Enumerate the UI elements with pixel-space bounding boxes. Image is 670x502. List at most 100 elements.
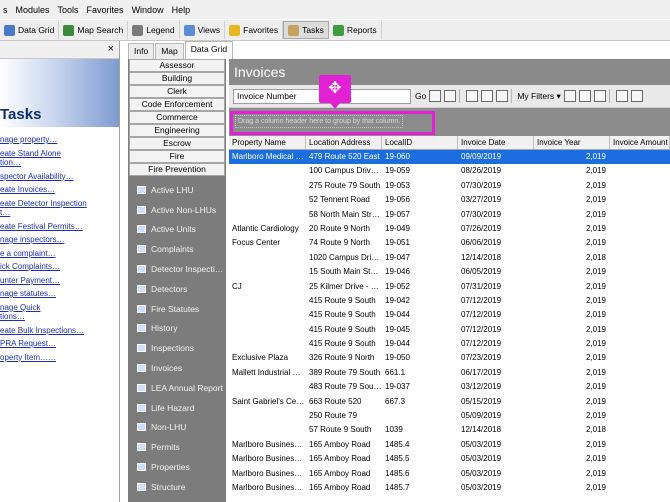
task-link[interactable]: eate Detector Inspection (0, 199, 119, 209)
column-header-localid[interactable]: LocalID (382, 136, 458, 149)
table-row[interactable]: Marlboro Busines… 165 Amboy Road 1485.7 05/… (229, 481, 670, 495)
table-row[interactable]: 275 Route 79 South 19-053 07/30/2019 2,019 (229, 179, 670, 193)
module-fire-button[interactable]: Fire (129, 150, 225, 163)
task-link[interactable]: ick Complaints… (0, 262, 119, 272)
nav-item-detectors[interactable]: Detectors (128, 279, 226, 299)
task-link[interactable]: operty Item…… (0, 353, 119, 363)
nav-item-properties[interactable]: Properties (128, 457, 226, 477)
table-row[interactable]: 15 South Main St… 19-046 06/05/2019 2,019 (229, 265, 670, 279)
menu-item-window[interactable]: Window (129, 5, 167, 15)
column-header-invoice-date[interactable]: Invoice Date (458, 136, 534, 149)
table-row[interactable]: Marlboro Busines… 165 Amboy Road 1485.5 05/… (229, 452, 670, 466)
column-header-invoice-amount[interactable]: Invoice Amount (610, 136, 670, 149)
table-row[interactable]: 415 Route 9 South 19-045 07/12/2019 2,019 (229, 323, 670, 337)
task-link[interactable]: e a complaint… (0, 249, 119, 259)
map-search-button[interactable]: Map Search (59, 21, 129, 39)
nav-item-fire-statutes[interactable]: Fire Statutes (128, 299, 226, 319)
task-link[interactable]: unter Payment… (0, 276, 119, 286)
table-row[interactable]: 250 Route 79 05/09/2019 2,019 (229, 409, 670, 423)
print-icon[interactable] (466, 90, 479, 102)
table-row[interactable]: Marlboro Busines… 165 Amboy Road 1485.4 05/… (229, 438, 670, 452)
tab-info[interactable]: Info (128, 43, 155, 59)
table-row[interactable]: Marlboro Medical … 479 Route 520 East 19-0… (229, 150, 670, 165)
column-header-location-address[interactable]: Location Address (306, 136, 382, 149)
legend-button[interactable]: Legend (128, 21, 180, 39)
table-row[interactable]: Exclusive Plaza 326 Route 9 North 19-050 07… (229, 351, 670, 365)
nav-item-inspections[interactable]: Inspections (128, 338, 226, 358)
table-row[interactable]: Marlboro Busines… 165 Amboy Road 1485.6 05/… (229, 467, 670, 481)
task-link[interactable]: tions… (0, 312, 119, 322)
favorites-button[interactable]: Favorites (225, 21, 284, 39)
module-commerce-button[interactable]: Commerce (129, 111, 225, 124)
tab-map[interactable]: Map (155, 43, 184, 59)
table-row[interactable]: 415 Route 9 South 19-044 07/12/2019 2,019 (229, 308, 670, 322)
nav-item-complaints[interactable]: Complaints (128, 239, 226, 259)
task-link[interactable]: t… (0, 208, 119, 218)
table-row[interactable]: 483 Route 79 Sou… 19-037 03/12/2019 2,019 (229, 380, 670, 394)
tasks-button[interactable]: Tasks (283, 21, 329, 39)
table-row[interactable]: 100 Campus Driv… 19-059 08/26/2019 2,019 (229, 164, 670, 178)
open-folder-icon[interactable] (496, 90, 509, 102)
filter-icon[interactable] (593, 90, 606, 102)
new-record-icon[interactable] (630, 90, 643, 102)
nav-item-structure[interactable]: Structure (128, 477, 226, 497)
go-button[interactable]: Go (415, 91, 426, 101)
menu-item-tools[interactable]: Tools (55, 5, 82, 15)
table-row[interactable]: 52 Tennent Road 19-056 03/27/2019 2,019 (229, 193, 670, 207)
refresh-icon[interactable] (444, 90, 457, 102)
task-link[interactable]: nage property… (0, 135, 119, 145)
task-link[interactable]: spector Availability… (0, 172, 119, 182)
table-row[interactable]: CJ 25 Kilmer Drive - … 19-052 07/31/2019 2,0… (229, 280, 670, 294)
menu-item-favorites[interactable]: Favorites (84, 5, 127, 15)
module-code-enforcement-button[interactable]: Code Enforcement (129, 98, 225, 111)
task-link[interactable]: tion… (0, 158, 119, 168)
nav-item-life-hazard[interactable]: Life Hazard (128, 398, 226, 418)
menu-item-help[interactable]: Help (169, 5, 194, 15)
tab-data-grid[interactable]: Data Grid (184, 41, 234, 59)
table-row[interactable]: Focus Center 74 Route 9 North 19-051 06/06/… (229, 236, 670, 250)
nav-item-active-lhu[interactable]: Active LHU (128, 180, 226, 200)
column-header-property-name[interactable]: Property Name (229, 136, 306, 149)
menu-item-s[interactable]: s (0, 5, 11, 15)
column-header-invoice-year[interactable]: Invoice Year (534, 136, 610, 149)
module-building-button[interactable]: Building (129, 72, 225, 85)
task-link[interactable]: eate Bulk Inspections… (0, 326, 119, 336)
module-fire-prevention-button[interactable]: Fire Prevention (129, 163, 225, 176)
module-engineering-button[interactable]: Engineering (129, 124, 225, 137)
table-row[interactable]: Mallett Industrial … 389 Route 79 South 66… (229, 366, 670, 380)
task-link[interactable]: eate Invoices… (0, 185, 119, 195)
menu-item-modules[interactable]: Modules (13, 5, 53, 15)
nav-item-permits[interactable]: Permits (128, 437, 226, 457)
data-grid-button[interactable]: Data Grid (0, 21, 60, 39)
views-button[interactable]: Views (180, 21, 226, 39)
close-icon[interactable]: × (108, 43, 114, 55)
module-assessor-button[interactable]: Assessor (129, 59, 225, 72)
my-filters-button[interactable]: My Filters ▾ (517, 91, 560, 102)
filter-clear-icon[interactable] (578, 90, 591, 102)
table-row[interactable]: 415 Route 9 South 19-044 07/12/2019 2,019 (229, 337, 670, 351)
table-row[interactable]: Saint Gabriel's Ce… 663 Route 520 667.3 05/… (229, 395, 670, 409)
nav-item-non-lhu[interactable]: Non-LHU (128, 418, 226, 438)
module-clerk-button[interactable]: Clerk (129, 85, 225, 98)
export-icon[interactable] (481, 90, 494, 102)
module-escrow-button[interactable]: Escrow (129, 137, 225, 150)
task-link[interactable]: eate Festival Permits… (0, 222, 119, 232)
nav-item-history[interactable]: History (128, 319, 226, 339)
table-row[interactable]: 1020 Campus Dri… 19-047 12/14/2018 2,018 (229, 251, 670, 265)
nav-item-detector-inspecti[interactable]: Detector Inspecti… (128, 259, 226, 279)
filter-edit-icon[interactable] (563, 90, 576, 102)
task-link[interactable]: nage statutes… (0, 289, 119, 299)
task-link[interactable]: nage Quick (0, 303, 119, 313)
reports-button[interactable]: Reports (329, 21, 382, 39)
table-row[interactable]: 415 Route 9 South 19-042 07/12/2019 2,019 (229, 294, 670, 308)
nav-item-lea-annual-report[interactable]: LEA Annual Report (128, 378, 226, 398)
grid-layout-icon[interactable] (429, 90, 442, 102)
table-row[interactable]: 57 Route 9 South 1039 12/14/2018 2,018 (229, 423, 670, 437)
table-row[interactable]: 58 North Main Str… 19-057 07/30/2019 2,019 (229, 208, 670, 222)
search-icon[interactable] (615, 90, 628, 102)
task-link[interactable]: nage inspectors… (0, 235, 119, 245)
nav-item-active-non-lhus[interactable]: Active Non-LHUs (128, 200, 226, 220)
nav-item-invoices[interactable]: Invoices (128, 358, 226, 378)
table-row[interactable]: Atlantic Cardiology 20 Route 9 North 19-04… (229, 222, 670, 236)
task-link[interactable]: PRA Request… (0, 339, 119, 349)
